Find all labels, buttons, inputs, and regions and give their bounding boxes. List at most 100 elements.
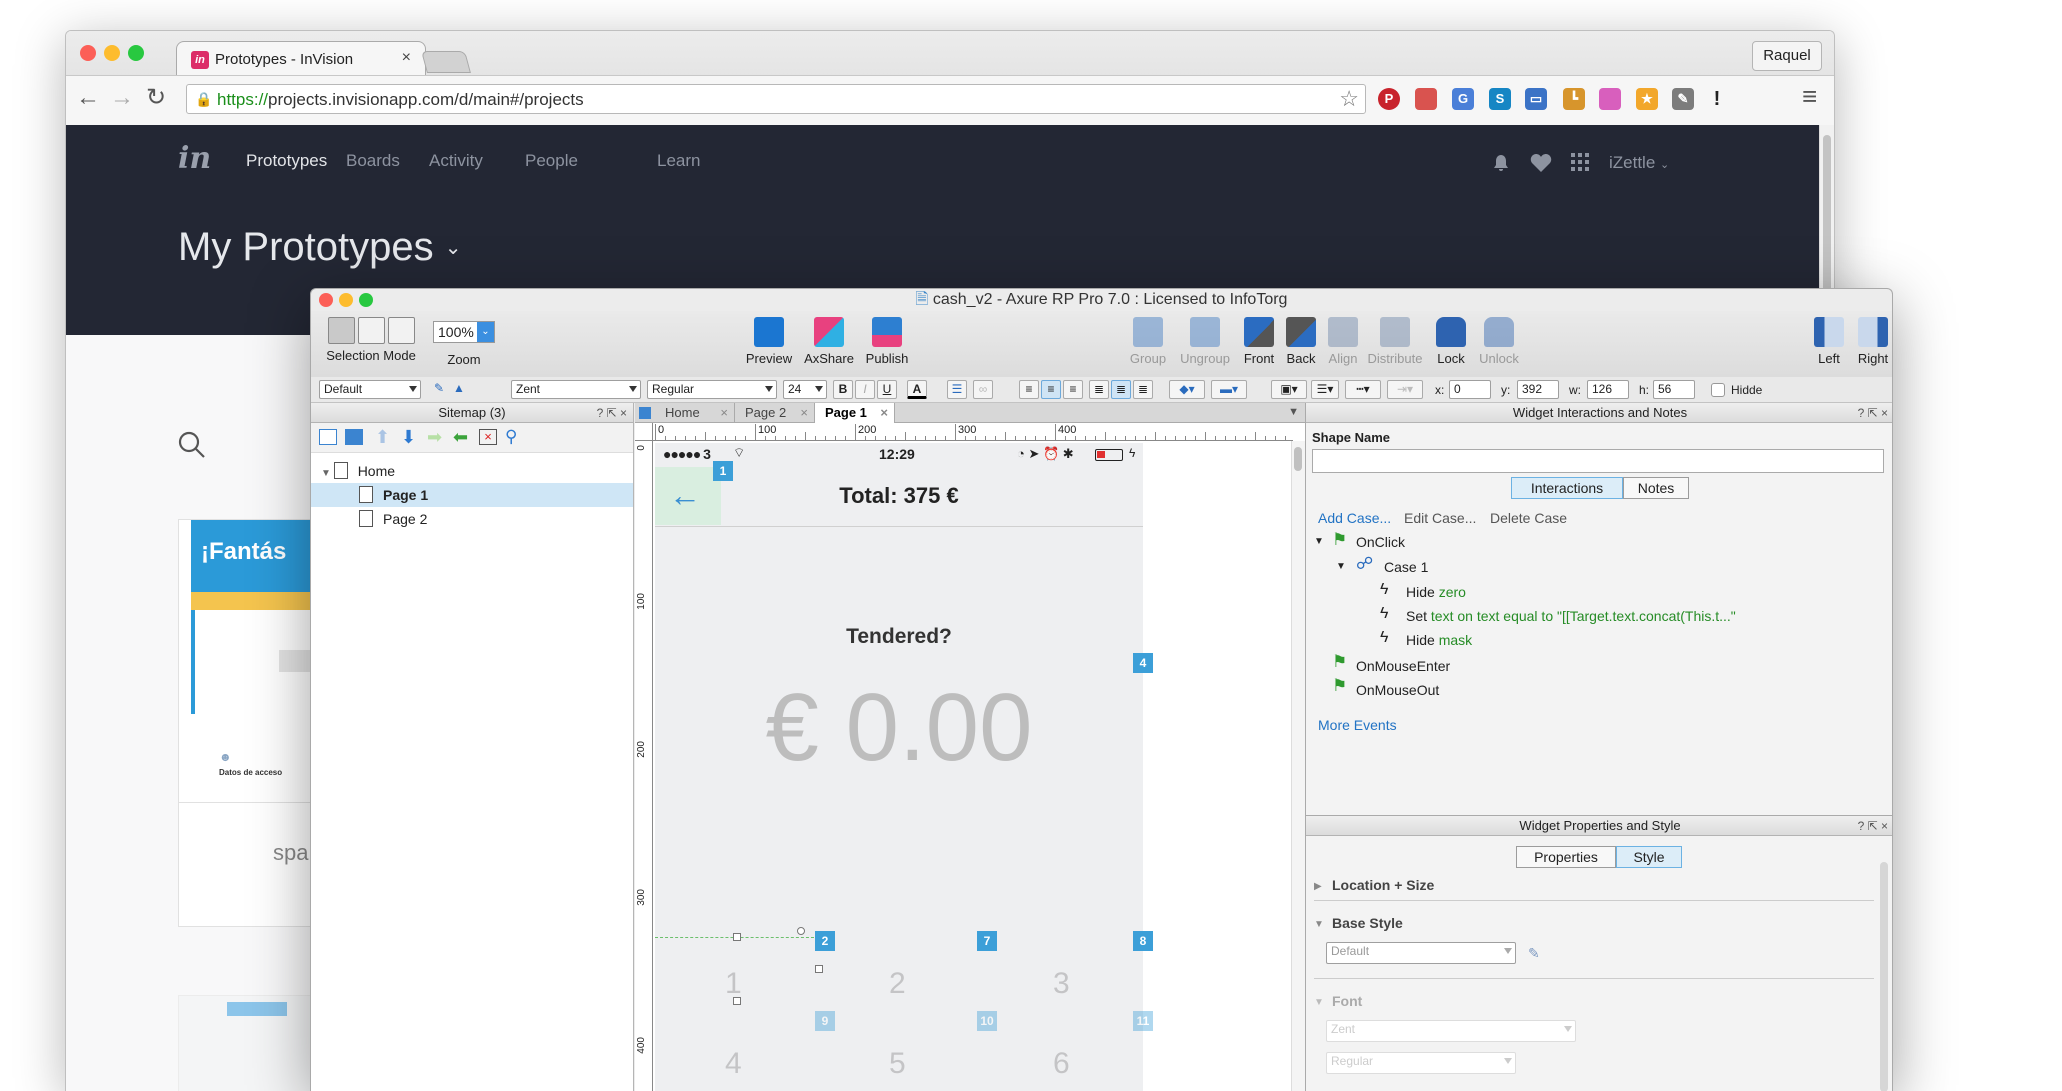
font-select[interactable]: Zent	[511, 380, 641, 399]
address-bar[interactable]: 🔒 https://projects.invisionapp.com/d/mai…	[186, 84, 1366, 114]
account-menu[interactable]: iZettle ⌄	[1609, 153, 1669, 173]
back-button[interactable]: Back	[1281, 317, 1321, 366]
line-width-button[interactable]: ☰▾	[1311, 380, 1339, 399]
star-ext-extension-icon[interactable]: ★	[1636, 88, 1658, 110]
resize-handle[interactable]	[733, 997, 741, 1005]
y-field[interactable]: 392	[1517, 380, 1559, 399]
nav-prototypes[interactable]: Prototypes	[246, 151, 327, 171]
search-icon[interactable]: ⚲	[505, 428, 523, 445]
w-field[interactable]: 126	[1587, 380, 1629, 399]
event-onclick[interactable]: OnClick	[1356, 533, 1405, 551]
font-family-select[interactable]: Zent	[1326, 1020, 1576, 1042]
ruler-extension-icon[interactable]: ┗	[1563, 88, 1585, 110]
zoom-select[interactable]: 100% ⌄	[433, 321, 495, 343]
arrow-style-button[interactable]: ⇥▾	[1387, 380, 1423, 399]
nav-people[interactable]: People	[525, 151, 578, 171]
footnote-badge[interactable]: 4	[1133, 653, 1153, 673]
tab-page-2[interactable]: Page 2 ×	[735, 403, 815, 423]
shadow-button[interactable]: ▬▾	[1211, 380, 1247, 399]
alert-extension-icon[interactable]: !	[1706, 88, 1728, 110]
sitemap-page[interactable]: ▼ Home	[311, 459, 633, 483]
tab-home[interactable]: Home ×	[655, 403, 735, 423]
heart-icon[interactable]	[1530, 153, 1552, 173]
expand-arrow-icon[interactable]: ▼	[1314, 916, 1324, 934]
tab-close-icon[interactable]: ×	[720, 403, 728, 423]
group-button[interactable]: Group	[1123, 317, 1173, 366]
panel-controls[interactable]: ? ⇱ ×	[1858, 816, 1888, 836]
add-folder-icon[interactable]	[345, 429, 363, 445]
event-onmouseout[interactable]: OnMouseOut	[1356, 681, 1439, 699]
canvas-scroll-thumb[interactable]	[1294, 447, 1302, 471]
nav-boards[interactable]: Boards	[346, 151, 400, 171]
resize-handle[interactable]	[733, 933, 741, 941]
align-right-icon[interactable]: ≡	[1063, 380, 1083, 399]
link-icon[interactable]: ∞	[973, 380, 993, 399]
zoom-tool[interactable]: 100% ⌄ Zoom	[431, 317, 497, 367]
panel-controls[interactable]: ? ⇱ ×	[1858, 403, 1888, 423]
browser-tab[interactable]: in Prototypes - InVision ×	[176, 41, 426, 75]
unlock-button[interactable]: Unlock	[1475, 317, 1523, 366]
sitemap-page[interactable]: Page 2	[311, 507, 633, 531]
bullets-icon[interactable]: ☰	[947, 380, 967, 399]
h-field[interactable]: 56	[1653, 380, 1695, 399]
footnote-badge[interactable]: 1	[713, 461, 733, 481]
text-color-button[interactable]: A	[907, 380, 927, 399]
tab-notes[interactable]: Notes	[1623, 477, 1689, 499]
location-size-section[interactable]: Location + Size	[1332, 876, 1434, 894]
new-tab-button[interactable]	[421, 51, 471, 73]
key-6[interactable]: 6	[1053, 1047, 1070, 1081]
gradient-extension-icon[interactable]	[1599, 88, 1621, 110]
resize-handle[interactable]	[815, 965, 823, 973]
format-painter-icon[interactable]: ✎	[429, 380, 449, 399]
panel-controls[interactable]: ? ⇱ ×	[597, 403, 627, 423]
add-case-link[interactable]: Add Case...	[1318, 509, 1391, 527]
translate-extension-icon[interactable]: G	[1452, 88, 1474, 110]
tab-properties[interactable]: Properties	[1516, 846, 1616, 868]
preview-button[interactable]: Preview	[741, 317, 797, 366]
sitemap-page[interactable]: Page 1	[311, 483, 633, 507]
select-contain-icon[interactable]	[357, 317, 385, 344]
expand-arrow-icon[interactable]: ▼	[1314, 533, 1324, 551]
prototype-card[interactable]: ¡Fantás ☻ Datos de acceso spa	[178, 519, 319, 927]
skype-extension-icon[interactable]: S	[1489, 88, 1511, 110]
right-panel-toggle[interactable]: Right	[1853, 317, 1892, 366]
minimize-window-button[interactable]	[104, 45, 120, 61]
weight-select[interactable]: Regular	[647, 380, 777, 399]
action-set-text[interactable]: Set text on text equal to "[[Target.text…	[1406, 607, 1736, 625]
event-onmouseenter[interactable]: OnMouseEnter	[1356, 657, 1450, 675]
pinterest-extension-icon[interactable]: P	[1378, 88, 1400, 110]
close-window-button[interactable]	[80, 45, 96, 61]
axshare-button[interactable]: AxShare	[801, 317, 857, 366]
key-5[interactable]: 5	[889, 1047, 906, 1081]
search-icon[interactable]	[178, 431, 206, 459]
nav-activity[interactable]: Activity	[429, 151, 483, 171]
zoom-window-button[interactable]	[128, 45, 144, 61]
size-select[interactable]: 24	[783, 380, 827, 399]
invision-logo[interactable]: in	[178, 141, 211, 176]
key-4[interactable]: 4	[725, 1047, 742, 1081]
title-chevron-icon[interactable]: ⌄	[445, 237, 462, 259]
align-center-icon[interactable]: ≡	[1041, 380, 1061, 399]
profile-button[interactable]: Raquel	[1752, 41, 1822, 71]
lock-button[interactable]: Lock	[1431, 317, 1471, 366]
align-left-icon[interactable]: ≡	[1019, 380, 1039, 399]
screen-extension-icon[interactable]: ▭	[1525, 88, 1547, 110]
selection-mode-tool[interactable]: Selection Mode	[319, 317, 423, 363]
key-3[interactable]: 3	[1053, 967, 1070, 1001]
key-1[interactable]: 1	[725, 967, 742, 1001]
outdent-icon[interactable]: ⬅	[453, 428, 471, 446]
expand-arrow-icon[interactable]: ▼	[321, 468, 334, 479]
valign-bottom-icon[interactable]: ≣	[1133, 380, 1153, 399]
font-section[interactable]: Font	[1332, 992, 1362, 1010]
border-color-button[interactable]: ▣▾	[1271, 380, 1307, 399]
delete-case-link[interactable]: Delete Case	[1490, 509, 1567, 527]
bookmark-star-icon[interactable]: ☆	[1339, 86, 1359, 112]
x-field[interactable]: 0	[1449, 380, 1491, 399]
rotate-handle[interactable]	[797, 927, 805, 935]
move-up-icon[interactable]: ⬆	[375, 428, 393, 446]
font-weight-select[interactable]: Regular	[1326, 1052, 1516, 1074]
case-1[interactable]: Case 1	[1384, 558, 1428, 576]
ungroup-button[interactable]: Ungroup	[1175, 317, 1235, 366]
indent-icon[interactable]: ➡	[427, 428, 445, 446]
style-select[interactable]: Default	[319, 380, 421, 399]
